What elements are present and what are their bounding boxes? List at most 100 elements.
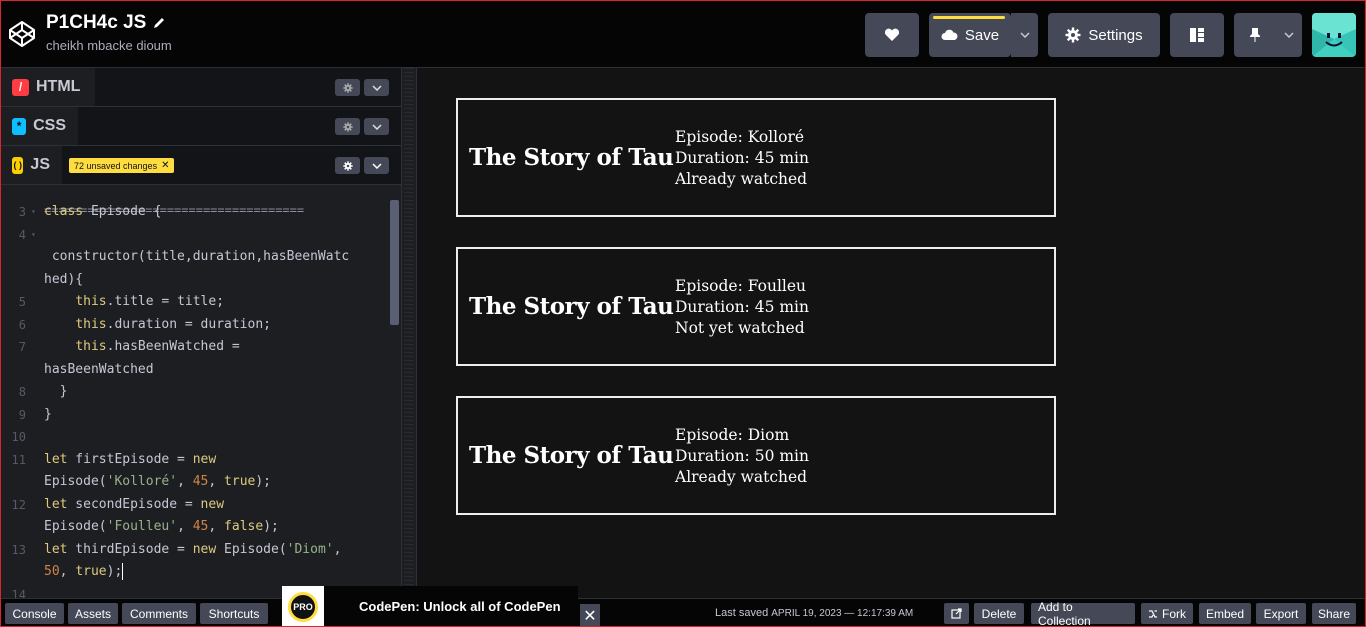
episode-duration: Duration: 45 min [675,149,809,167]
line-number: 3 [18,205,26,219]
heart-icon [884,28,900,41]
close-icon[interactable]: ✕ [161,160,169,171]
last-saved-status: Last saved APRIL 19, 2023 — 12:17:39 AM [715,607,913,619]
promo-text[interactable]: CodePen: Unlock all of CodePen [359,599,561,614]
code-text: Episode('Foulleu', 45, false); [44,519,279,534]
assets-button[interactable]: Assets [68,603,118,624]
episode-card: The Story of Tau Episode: Diom Duration: 5… [456,396,1056,515]
change-view-button[interactable] [1170,13,1224,57]
editor-resizer[interactable] [401,68,417,598]
share-button[interactable]: Share [1312,603,1356,624]
css-collapse-button[interactable] [364,118,389,135]
fork-icon [1149,609,1157,618]
header: P1CH4c JS cheikh mbacke dioum Save Setti… [0,0,1366,68]
html-label: HTML [36,78,81,95]
love-button[interactable] [865,13,919,57]
code-line: constructor(title,duration,hasBeenWatc [0,246,388,269]
unsaved-changes-badge[interactable]: 72 unsaved changes ✕ [69,158,175,173]
codepen-logo-icon[interactable] [8,20,36,48]
code-text: } [44,406,52,422]
settings-button[interactable]: Settings [1048,13,1160,57]
line-number: 11 [11,452,26,467]
js-code-editor[interactable]: ==================================== 3 ▾ c… [0,185,388,598]
fold-arrow-icon[interactable]: ▾ [31,201,36,224]
js-editor-header: ( ) JS 72 unsaved changes ✕ [0,146,401,185]
episode-name: Episode: Diom [675,426,790,444]
author-name[interactable]: cheikh mbacke dioum [46,38,172,53]
html-settings-button[interactable] [335,79,360,96]
tab-css[interactable]: * CSS [0,107,78,145]
code-line: 7 this.hasBeenWatched = [0,336,388,359]
code-line: 9} [0,404,388,427]
code-line: 50, true); [0,561,388,584]
line-number: 12 [11,497,26,512]
pin-icon [1250,28,1260,42]
code-line: Episode('Foulleu', 45, false); [0,516,388,539]
tab-js[interactable]: ( ) JS [0,146,62,184]
code-text: 50, true); [44,563,124,580]
code-text: this.hasBeenWatched = [75,339,240,354]
chevron-down-icon [371,162,382,169]
last-saved-date: APRIL 19, 2023 — 12:17:39 AM [771,608,914,619]
code-line: hed){ [0,269,388,292]
preview-pane: The Story of Tau Episode: Kolloré Duration… [418,68,1366,598]
fork-button[interactable]: Fork [1141,603,1193,624]
line-number: 5 [18,295,26,309]
js-settings-button[interactable] [335,157,360,174]
pen-title[interactable]: P1CH4c JS [46,12,146,34]
pin-options-button[interactable] [1276,13,1302,57]
pin-button[interactable] [1234,13,1276,57]
add-to-collection-button[interactable]: Add to Collection [1031,600,1135,627]
html-editor-header: / HTML [0,68,401,107]
cloud-icon [941,29,958,40]
footer-bar: Console Assets Comments Shortcuts Last s… [0,598,1366,627]
pencil-icon[interactable] [152,16,166,30]
open-external-button[interactable] [944,603,969,624]
save-button[interactable]: Save [929,13,1011,57]
unsaved-indicator-bar [933,16,1005,19]
line-number: 8 [18,385,26,399]
code-text: hasBeenWatched [44,361,154,377]
external-link-icon [951,608,962,619]
html-icon: / [12,78,29,96]
promo-close-button[interactable]: ✕ [580,604,600,627]
editor-scrollbar[interactable] [390,200,399,325]
code-text: let firstEpisode = new [44,451,217,467]
code-line: 3 ▾ class Episode { [0,201,388,224]
pro-promo-banner[interactable]: PRO CodePen: Unlock all of CodePen [282,586,578,627]
code-text: hed){ [44,271,84,287]
episode-duration: Duration: 45 min [675,298,809,316]
episode-status: Not yet watched [675,319,805,337]
tab-html[interactable]: / HTML [0,68,95,106]
embed-button[interactable]: Embed [1199,603,1251,624]
episode-name: Episode: Kolloré [675,128,805,146]
code-text: this.duration = duration; [75,316,271,332]
code-line: 8 } [0,381,388,404]
shortcuts-button[interactable]: Shortcuts [200,603,268,624]
code-text: class Episode { [44,204,162,219]
save-options-button[interactable] [1011,13,1038,57]
fold-arrow-icon[interactable]: ▾ [31,224,36,247]
console-button[interactable]: Console [5,603,64,624]
episode-name: Episode: Foulleu [675,277,807,295]
chevron-down-icon [371,84,382,91]
save-label: Save [964,26,1000,44]
code-line: hasBeenWatched [0,359,388,382]
html-collapse-button[interactable] [364,79,389,96]
layout-icon [1190,28,1204,42]
css-settings-button[interactable] [335,118,360,135]
line-number: 6 [18,317,26,332]
fork-label: Fork [1162,606,1186,621]
unsaved-changes-text: 72 unsaved changes [74,160,158,171]
episode-info: Episode: Kolloré Duration: 45 min Already … [675,127,809,190]
episode-status: Already watched [675,170,808,188]
gear-icon [342,160,353,171]
line-number: 13 [11,542,26,557]
line-number: 10 [11,430,26,444]
export-button[interactable]: Export [1256,603,1306,624]
comments-button[interactable]: Comments [122,603,196,624]
series-title: The Story of Tau [469,144,674,171]
avatar[interactable] [1312,13,1356,57]
delete-button[interactable]: Delete [974,603,1024,624]
js-collapse-button[interactable] [364,157,389,174]
